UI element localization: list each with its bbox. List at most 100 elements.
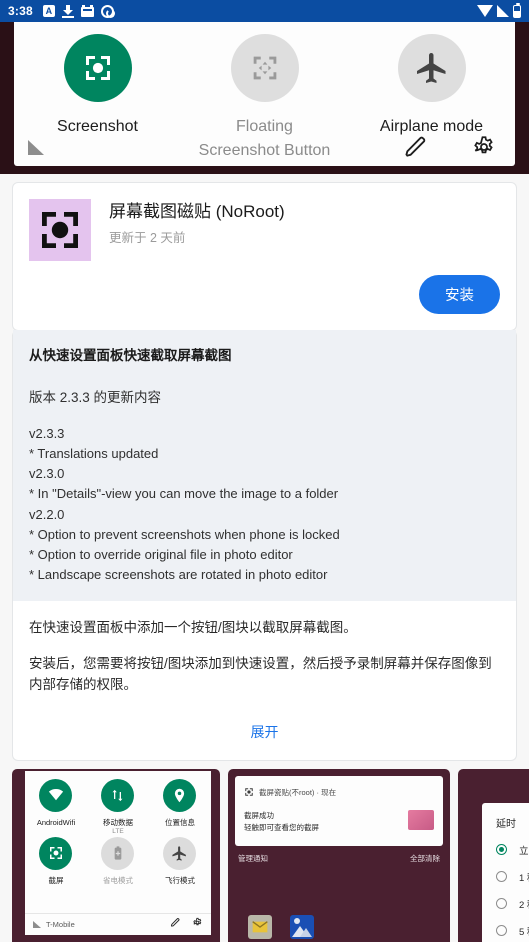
- app-detail-content[interactable]: 屏幕截图磁贴 (NoRoot) 更新于 2 天前 安装 从快速设置面板快速截取屏…: [0, 174, 529, 942]
- screenshot-gallery[interactable]: AndroidWifi 移动数据 LTE 位置信息 截屏 省电模式 飞行模式 T…: [0, 761, 529, 942]
- signal-triangle-icon: [28, 139, 44, 155]
- signal-triangle-icon: [33, 920, 41, 928]
- shot2-clear-all: 全部清除: [410, 853, 440, 863]
- status-bar-system-icons: [477, 2, 521, 18]
- expand-row: 展开: [13, 700, 516, 760]
- floating-button-icon: [230, 34, 299, 102]
- shot1-carrier-label: T-Mobile: [46, 919, 75, 929]
- shot2-notification-actions: 管理通知 全部清除: [238, 853, 440, 864]
- shot3-dialog: 延时 立即 1 秒 2 秒 5 秒: [482, 802, 529, 942]
- shot1-tile-wifi: AndroidWifi: [25, 778, 87, 835]
- expand-link[interactable]: 展开: [251, 724, 279, 740]
- shot3-option-label: 1 秒: [519, 872, 529, 884]
- location-pin-icon: [163, 778, 197, 812]
- shot2-title: 截屏成功: [244, 810, 274, 820]
- shot1-panel: AndroidWifi 移动数据 LTE 位置信息 截屏 省电模式 飞行模式 T…: [25, 770, 211, 935]
- download-icon: [61, 4, 74, 18]
- shot2-app-email: 电子邮件: [246, 914, 274, 942]
- shot3-option-immediate: 立即: [496, 843, 529, 857]
- calendar-icon: [80, 5, 94, 17]
- radio-icon: [496, 925, 507, 937]
- airplane-icon: [397, 34, 466, 102]
- sync-icon: [100, 4, 115, 18]
- app-meta: 屏幕截图磁贴 (NoRoot) 更新于 2 天前: [109, 199, 285, 261]
- shot3-option-label: 5 秒: [519, 926, 529, 938]
- shot3-option-2s: 2 秒: [496, 897, 529, 911]
- gear-icon[interactable]: [471, 134, 497, 160]
- airplane-icon: [163, 836, 197, 870]
- screen: 3:38 A Screenshot Floating Screenshot Bu…: [0, 0, 529, 942]
- shot2-app-line: 截屏瓷贴(不root) · 现在: [259, 788, 337, 798]
- status-bar-clock: 3:38: [8, 4, 33, 18]
- shot2-manage-notifications: 管理通知: [238, 853, 268, 863]
- signal-icon: [497, 5, 509, 17]
- shot2-notification-body: 截屏成功 轻触即可查看您的截屏: [244, 809, 434, 834]
- app-header-card: 屏幕截图磁贴 (NoRoot) 更新于 2 天前 安装: [12, 182, 517, 331]
- changelog-section: 从快速设置面板快速截取屏幕截图 版本 2.3.3 的更新内容 v2.3.3 * …: [13, 330, 516, 602]
- shot1-tile-label: 位置信息: [164, 817, 195, 827]
- shot1-tile-label: 省电模式: [102, 875, 133, 885]
- install-button[interactable]: 安装: [419, 275, 500, 314]
- screenshot-app-icon: [29, 199, 91, 261]
- shot1-footer: T-Mobile: [25, 912, 211, 935]
- pencil-icon: [170, 915, 181, 933]
- email-app-icon: [248, 914, 272, 939]
- shot1-tile-label: 飞行模式: [164, 875, 195, 885]
- quick-settings-panel: Screenshot Floating Screenshot Button Ai…: [14, 22, 515, 166]
- quick-settings-overlay: Screenshot Floating Screenshot Button Ai…: [0, 22, 529, 174]
- quick-settings-footer: [28, 134, 497, 160]
- status-bar-notification-icons: A: [42, 4, 115, 18]
- shot3-dialog-title: 延时: [496, 818, 516, 830]
- shot2-text: 截屏成功 轻触即可查看您的截屏: [244, 810, 408, 834]
- app-headline: 从快速设置面板快速截取屏幕截图: [29, 348, 232, 363]
- app-header-row: 屏幕截图磁贴 (NoRoot) 更新于 2 天前: [13, 183, 516, 261]
- description-body: 在快速设置面板中添加一个按钮/图块以截取屏幕截图。 安装后，您需要将按钮/图块添…: [13, 601, 516, 700]
- screenshot-app-icon: [244, 784, 254, 802]
- screenshot-thumbnail-quick-settings[interactable]: AndroidWifi 移动数据 LTE 位置信息 截屏 省电模式 飞行模式 T…: [12, 768, 220, 942]
- shot3-option-label: 2 秒: [519, 899, 529, 911]
- shot1-tile-label: 截屏: [48, 875, 64, 885]
- shot2-notification-header: 截屏瓷贴(不root) · 现在: [244, 784, 434, 802]
- shot1-tile-sublabel: LTE: [112, 827, 124, 835]
- screenshot-tile-icon: [39, 836, 73, 870]
- description-paragraph: 安装后，您需要将按钮/图块添加到快速设置，然后授予录制屏幕并保存图像到内部存储的…: [29, 655, 492, 693]
- shot1-tile-label: AndroidWifi: [36, 817, 76, 827]
- battery-saver-icon: [101, 836, 135, 870]
- changelog-body: v2.3.3 * Translations updated v2.3.0 * I…: [29, 426, 340, 582]
- shot2-app-row: 电子邮件 图库: [246, 914, 314, 942]
- app-updated-text: 更新于 2 天前: [109, 231, 186, 246]
- description-paragraph: 在快速设置面板中添加一个按钮/图块以截取屏幕截图。: [29, 620, 357, 636]
- shot3-option-1s: 1 秒: [496, 870, 529, 884]
- screenshot-thumbnail-notification[interactable]: 截屏瓷贴(不root) · 现在 截屏成功 轻触即可查看您的截屏 管理通知 全部…: [228, 768, 450, 942]
- shot1-tile-location: 位置信息: [149, 778, 211, 835]
- description-card: 从快速设置面板快速截取屏幕截图 版本 2.3.3 的更新内容 v2.3.3 * …: [12, 330, 517, 761]
- shot2-subtitle: 轻触即可查看您的截屏: [244, 822, 319, 832]
- install-row: 安装: [13, 261, 516, 330]
- wifi-icon: [477, 5, 493, 17]
- shot2-app-gallery: 图库: [290, 914, 314, 942]
- shot2-preview-thumbnail: [408, 809, 434, 830]
- pencil-icon[interactable]: [403, 134, 429, 160]
- shot3-option-label: 立即: [519, 845, 529, 857]
- shot1-tile-label: 移动数据: [102, 817, 133, 827]
- page-title: 屏幕截图磁贴 (NoRoot): [109, 202, 285, 221]
- status-bar: 3:38 A: [0, 0, 529, 22]
- shot1-tile-airplane: 飞行模式: [149, 836, 211, 886]
- screenshot-tile-icon: [63, 34, 132, 102]
- gallery-app-icon: [290, 914, 314, 939]
- shot3-option-5s: 5 秒: [496, 924, 529, 938]
- gear-icon: [192, 915, 203, 933]
- shot1-tile-battery-saver: 省电模式: [87, 836, 149, 886]
- radio-selected-icon: [496, 844, 507, 856]
- wifi-icon: [39, 778, 73, 812]
- shot2-notification-card: 截屏瓷贴(不root) · 现在 截屏成功 轻触即可查看您的截屏: [235, 775, 443, 846]
- radio-icon: [496, 898, 507, 910]
- battery-icon: [513, 2, 521, 18]
- shot1-tile-mobile-data: 移动数据 LTE: [87, 778, 149, 835]
- screenshot-thumbnail-delay-dialog[interactable]: 延时 立即 1 秒 2 秒 5 秒: [458, 768, 529, 942]
- radio-icon: [496, 871, 507, 883]
- shot1-tile-grid: AndroidWifi 移动数据 LTE 位置信息 截屏 省电模式 飞行模式: [25, 771, 211, 888]
- app-badge-a-icon: A: [42, 5, 55, 17]
- shot1-tile-screenshot: 截屏: [25, 836, 87, 886]
- mobile-data-icon: [101, 778, 135, 812]
